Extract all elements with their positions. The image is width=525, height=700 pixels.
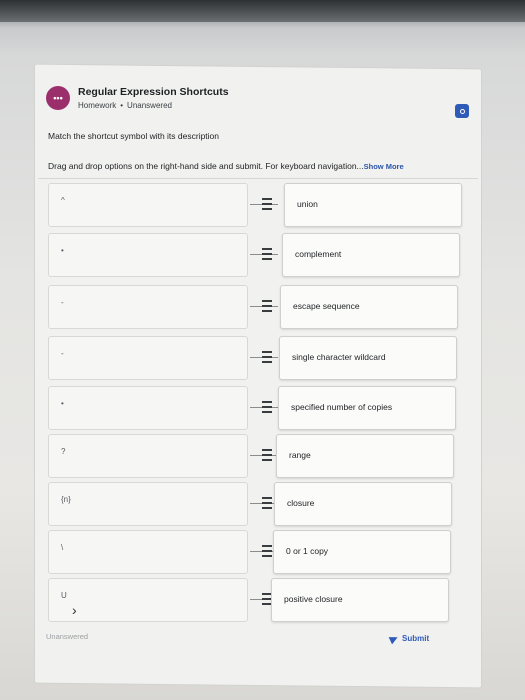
option-description: 0 or 1 copy: [286, 546, 329, 556]
option-description: closure: [287, 498, 315, 508]
send-icon: [388, 633, 400, 644]
drag-handle-icon[interactable]: [262, 351, 272, 363]
shortcut-symbol: U: [61, 591, 67, 600]
browser-top-bar: [0, 0, 525, 22]
match-row: ? range: [0, 434, 525, 480]
question-type-icon: •••: [46, 86, 70, 110]
divider: [38, 178, 478, 179]
match-row: Upositive closure: [0, 578, 525, 624]
draggable-option[interactable]: specified number of copies: [278, 386, 456, 430]
option-description: complement: [295, 249, 342, 259]
drop-target[interactable]: •: [48, 233, 248, 277]
drop-target[interactable]: ^: [48, 183, 248, 227]
shortcut-symbol: {n}: [61, 495, 71, 504]
draggable-option[interactable]: closure: [274, 482, 452, 526]
drop-target[interactable]: ?: [48, 434, 248, 478]
cursor-arrow-icon: ›: [72, 602, 77, 618]
drop-target[interactable]: -: [48, 336, 248, 380]
drop-target[interactable]: •: [48, 386, 248, 430]
submit-button[interactable]: Submit: [388, 633, 430, 644]
question-prompt: Match the shortcut symbol with its descr…: [48, 131, 220, 141]
drop-target[interactable]: U: [48, 578, 248, 622]
drop-target[interactable]: -: [48, 285, 248, 329]
match-row: • specified number of copies: [0, 386, 525, 432]
drag-handle-icon[interactable]: [262, 248, 272, 260]
shortcut-symbol: ?: [61, 447, 66, 456]
footer-status: Unanswered: [46, 632, 89, 641]
option-description: positive closure: [284, 594, 343, 604]
option-description: range: [289, 450, 311, 460]
question-meta: Homework • Unanswered: [78, 101, 172, 110]
assignment-type: Homework: [78, 101, 117, 110]
answer-status: Unanswered: [127, 101, 172, 110]
question-title: Regular Expression Shortcuts: [78, 86, 229, 98]
drag-handle-icon[interactable]: [262, 401, 272, 413]
separator-dot: •: [120, 101, 124, 110]
drag-handle-icon[interactable]: [262, 198, 272, 210]
shortcut-symbol: -: [61, 298, 64, 307]
match-row: • complement: [0, 233, 525, 279]
match-row: - single character wildcard: [0, 336, 525, 382]
draggable-option[interactable]: 0 or 1 copy: [273, 530, 451, 574]
match-row: - escape sequence: [0, 285, 525, 331]
draggable-option[interactable]: positive closure: [271, 578, 449, 622]
show-more-link[interactable]: Show More: [364, 162, 404, 171]
draggable-option[interactable]: complement: [282, 233, 460, 277]
drag-handle-icon[interactable]: [262, 449, 272, 461]
submit-label: Submit: [402, 634, 430, 643]
match-row: {n} closure: [0, 482, 525, 528]
shortcut-symbol: ^: [61, 196, 65, 205]
drop-target[interactable]: \: [48, 530, 248, 574]
match-row: ^ union: [0, 183, 525, 229]
shortcut-symbol: -: [61, 349, 64, 358]
drag-handle-icon[interactable]: [262, 545, 272, 557]
drag-handle-icon[interactable]: [262, 300, 272, 312]
shortcut-symbol: •: [61, 399, 64, 408]
options-icon[interactable]: [455, 104, 469, 118]
shortcut-symbol: •: [61, 246, 64, 255]
drop-target[interactable]: {n}: [48, 482, 248, 526]
draggable-option[interactable]: union: [284, 183, 462, 227]
draggable-option[interactable]: single character wildcard: [279, 336, 457, 380]
instructions-text: Drag and drop options on the right-hand …: [48, 161, 364, 171]
drag-handle-icon[interactable]: [262, 497, 272, 509]
shortcut-symbol: \: [61, 543, 64, 552]
option-description: union: [297, 199, 318, 209]
match-row: \ 0 or 1 copy: [0, 530, 525, 576]
question-instructions: Drag and drop options on the right-hand …: [48, 161, 404, 171]
option-description: single character wildcard: [292, 352, 386, 362]
option-description: escape sequence: [293, 301, 360, 311]
draggable-option[interactable]: range: [276, 434, 454, 478]
draggable-option[interactable]: escape sequence: [280, 285, 458, 329]
option-description: specified number of copies: [291, 402, 393, 412]
